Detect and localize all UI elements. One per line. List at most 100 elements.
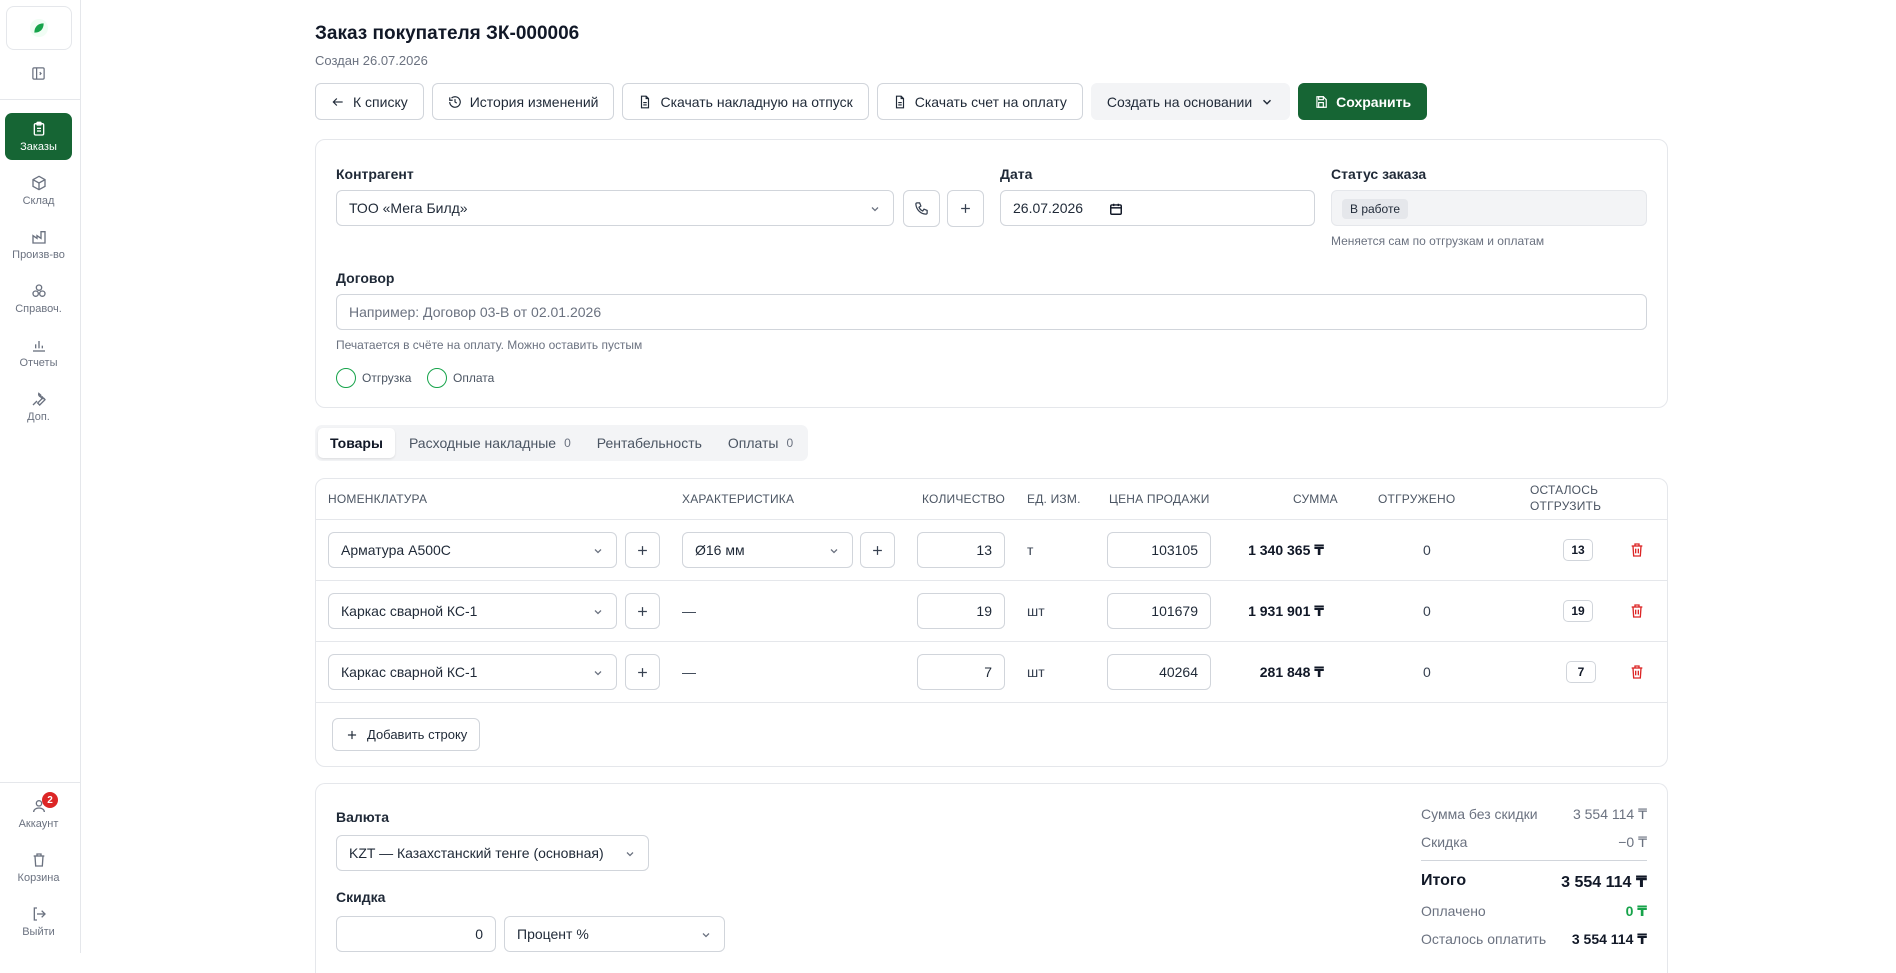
phone-icon: [915, 202, 928, 215]
save-button[interactable]: Сохранить: [1298, 83, 1428, 120]
sidebar-item-label: Доп.: [27, 410, 50, 423]
tabs: Товары Расходные накладные 0 Рентабельнос…: [315, 425, 809, 461]
discount-input[interactable]: 0: [336, 916, 496, 952]
plus-icon: [638, 545, 647, 555]
shipped-value: 0: [1423, 542, 1431, 558]
price-input[interactable]: 40264: [1107, 654, 1211, 690]
counterparty-select[interactable]: ТОО «Мега Билд»: [336, 190, 894, 226]
file-icon: [641, 95, 650, 108]
sidebar-divider: [0, 99, 81, 100]
currency-label: Валюта: [336, 809, 390, 825]
bar-chart-icon: [32, 340, 45, 352]
sidebar-toggle-icon[interactable]: [28, 63, 48, 83]
discount-type-select[interactable]: Процент %: [504, 916, 725, 952]
download-invoice-button[interactable]: Скачать накладную на отпуск: [622, 83, 869, 120]
qty-input[interactable]: 7: [917, 654, 1005, 690]
chevron-down-icon: [594, 610, 602, 615]
col-price: Цена продажи: [1109, 492, 1210, 506]
payment-radio[interactable]: Оплата: [427, 368, 494, 388]
add-item-button[interactable]: [625, 654, 660, 690]
table-row: Каркас сварной КС-1 — 19 шт 101679 1 931…: [316, 581, 1667, 641]
characteristic-value: Ø16 мм: [695, 542, 745, 558]
page-title: Заказ покупателя ЗК-000006: [315, 23, 580, 44]
button-label: Сохранить: [1336, 93, 1412, 110]
currency-value: KZT — Казахстанский тенге (основная): [349, 845, 604, 861]
add-characteristic-button[interactable]: [860, 532, 895, 568]
currency-select[interactable]: KZT — Казахстанский тенге (основная): [336, 835, 649, 871]
characteristic-value: —: [682, 664, 696, 680]
sidebar-item-extra[interactable]: Доп.: [5, 383, 72, 430]
delete-row-icon[interactable]: [1629, 603, 1645, 619]
add-row-button[interactable]: Добавить строку: [332, 718, 481, 751]
status-hint: Меняется сам по отгрузкам и оплатам: [1331, 234, 1545, 248]
tab-products[interactable]: Товары: [318, 428, 395, 458]
calendar-icon[interactable]: [1109, 202, 1123, 216]
back-to-list-button[interactable]: К списку: [315, 83, 424, 120]
characteristic-value: —: [682, 603, 696, 619]
arrow-left-icon: [332, 97, 343, 106]
toolbar: К списку История изменений Скачать накла…: [315, 83, 1428, 120]
shipment-radio[interactable]: Отгрузка: [336, 368, 411, 388]
tab-expense-invoices[interactable]: Расходные накладные 0: [397, 428, 583, 458]
row-sum: 1 340 365 ₸: [1248, 542, 1324, 558]
plus-icon: [347, 730, 357, 739]
tab-payments[interactable]: Оплаты 0: [716, 428, 805, 458]
box-icon: [31, 175, 46, 190]
tab-label: Оплаты: [727, 435, 779, 451]
delete-row-icon[interactable]: [1629, 664, 1645, 680]
price-input[interactable]: 103105: [1107, 532, 1211, 568]
sidebar-item-production[interactable]: Произв-во: [5, 221, 72, 268]
add-counterparty-button[interactable]: [947, 190, 984, 227]
sidebar-item-label: Произв-во: [12, 248, 65, 261]
add-item-button[interactable]: [625, 593, 660, 629]
add-item-button[interactable]: [625, 532, 660, 568]
app-logo[interactable]: [6, 6, 72, 50]
remain-badge: 19: [1563, 600, 1593, 622]
col-characteristic: Характеристика: [682, 492, 795, 506]
chevron-down-icon: [702, 933, 710, 938]
item-select[interactable]: Каркас сварной КС-1: [328, 593, 617, 629]
summary-card: Валюта KZT — Казахстанский тенге (основн…: [315, 783, 1668, 973]
date-input[interactable]: 26.07.2026: [1000, 190, 1315, 226]
call-button[interactable]: [903, 190, 940, 227]
price-input[interactable]: 101679: [1107, 593, 1211, 629]
button-label: Добавить строку: [367, 727, 468, 742]
radio-label: Отгрузка: [362, 371, 412, 385]
button-label: Скачать накладную на отпуск: [660, 93, 853, 110]
sidebar-item-reports[interactable]: Отчеты: [5, 329, 72, 376]
clipboard-icon: [33, 121, 44, 136]
qty-input[interactable]: 19: [917, 593, 1005, 629]
button-label: Создать на основании: [1106, 93, 1253, 110]
totals-label: Итого: [1421, 872, 1467, 889]
counterparty-value: ТОО «Мега Билд»: [349, 200, 468, 216]
chevron-down-icon: [871, 207, 879, 212]
characteristic-select[interactable]: Ø16 мм: [682, 532, 853, 568]
sidebar-item-account[interactable]: Аккаунт 2: [5, 790, 72, 837]
item-select[interactable]: Арматура А500С: [328, 532, 617, 568]
item-select[interactable]: Каркас сварной КС-1: [328, 654, 617, 690]
radio-circle: [336, 368, 356, 388]
wrench-icon: [32, 391, 46, 406]
contract-input[interactable]: Например: Договор 03-В от 02.01.2026: [336, 294, 1647, 330]
sidebar-item-label: Выйти: [22, 925, 55, 938]
remaining-row: Осталось оплатить 3 554 114 ₸: [1421, 931, 1647, 948]
sidebar-item-reference[interactable]: Справоч.: [5, 275, 72, 322]
save-icon: [1316, 95, 1327, 108]
tab-profitability[interactable]: Рентабельность: [585, 428, 714, 458]
col-shipped: Отгружено: [1378, 492, 1456, 506]
sidebar-item-label: Справоч.: [15, 302, 62, 315]
sidebar-item-logout[interactable]: Выйти: [5, 898, 72, 945]
sidebar-item-trash[interactable]: Корзина: [5, 844, 72, 891]
delete-row-icon[interactable]: [1629, 542, 1645, 558]
date-label: Дата: [1000, 166, 1033, 182]
create-based-on-dropdown[interactable]: Создать на основании: [1090, 83, 1291, 120]
row-sum: 1 931 901 ₸: [1248, 603, 1324, 619]
download-bill-button[interactable]: Скачать счет на оплату: [876, 83, 1083, 120]
qty-input[interactable]: 13: [917, 532, 1005, 568]
file-icon: [895, 95, 904, 108]
sidebar-item-warehouse[interactable]: Склад: [5, 167, 72, 214]
sidebar-item-label: Отчеты: [19, 356, 58, 369]
sidebar-item-orders[interactable]: Заказы: [5, 113, 72, 160]
history-button[interactable]: История изменений: [431, 83, 615, 120]
col-remain-line1: Осталось: [1530, 483, 1599, 497]
